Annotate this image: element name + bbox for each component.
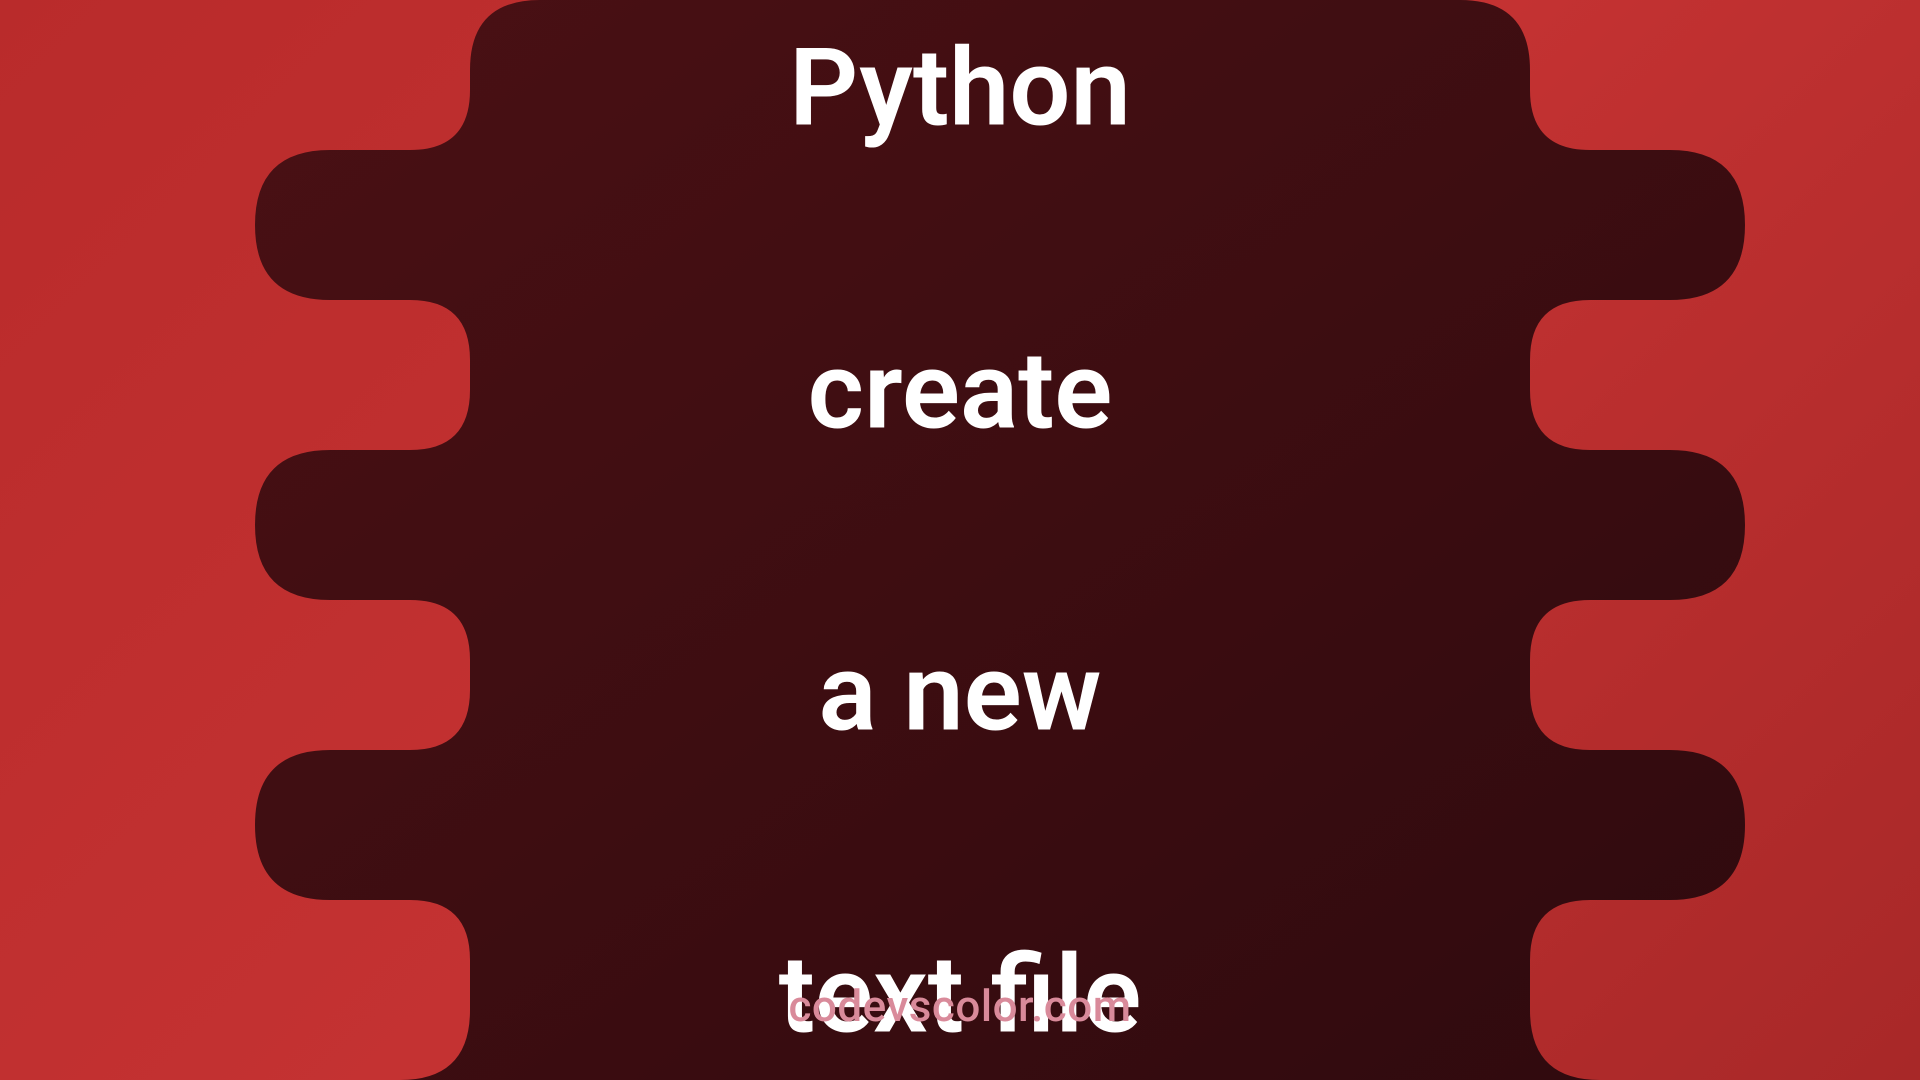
title-line-1: Python bbox=[789, 26, 1131, 152]
title-line-3: a new bbox=[818, 631, 1101, 757]
title-line-2: create bbox=[808, 328, 1113, 454]
main-title: Python create a new text file bbox=[779, 0, 1142, 1072]
website-credit: codevscolor.com bbox=[788, 980, 1131, 1032]
